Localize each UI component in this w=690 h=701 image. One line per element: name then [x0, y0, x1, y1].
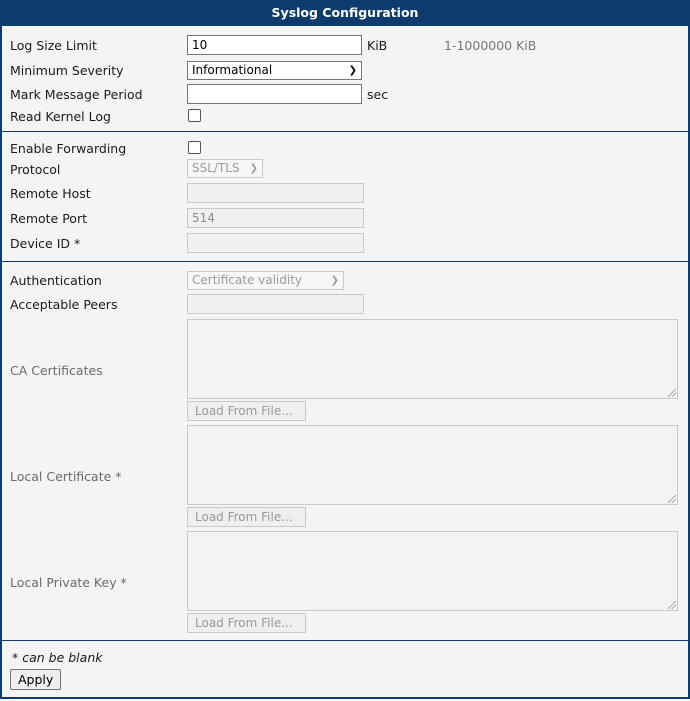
- blank-note: * can be blank: [12, 650, 103, 665]
- mark-period-unit: sec: [367, 87, 389, 102]
- local-cert-textarea[interactable]: [187, 425, 678, 505]
- local-cert-label: Local Certificate *: [10, 469, 122, 484]
- chevron-down-icon: ❯: [330, 275, 339, 286]
- kernel-log-label: Read Kernel Log: [10, 109, 111, 124]
- protocol-select[interactable]: SSL/TLS ❯: [187, 159, 263, 178]
- device-id-label: Device ID *: [10, 236, 81, 251]
- device-id-input[interactable]: [187, 233, 364, 253]
- mark-period-input[interactable]: [187, 84, 362, 104]
- private-key-textarea[interactable]: [187, 531, 678, 611]
- section-divider: [2, 131, 688, 132]
- syslog-config-panel: Syslog Configuration Log Size Limit 10 K…: [0, 0, 690, 699]
- resize-grip-icon[interactable]: [668, 495, 676, 503]
- forwarding-label: Enable Forwarding: [10, 141, 127, 156]
- forwarding-checkbox[interactable]: [188, 141, 201, 154]
- authentication-select[interactable]: Certificate validity ❯: [187, 271, 344, 290]
- section-divider: [2, 261, 688, 262]
- min-severity-select[interactable]: Informational ❯: [187, 61, 362, 80]
- local-cert-load-button[interactable]: Load From File...: [187, 507, 306, 527]
- section-divider: [2, 640, 688, 641]
- peers-label: Acceptable Peers: [10, 297, 118, 312]
- log-size-range: 1-1000000 KiB: [444, 38, 537, 53]
- protocol-label: Protocol: [10, 162, 61, 177]
- apply-button[interactable]: Apply: [10, 669, 62, 690]
- ca-certs-textarea[interactable]: [187, 319, 678, 399]
- min-severity-label: Minimum Severity: [10, 63, 124, 78]
- kernel-log-checkbox[interactable]: [188, 109, 201, 122]
- authentication-value: Certificate validity: [192, 273, 303, 287]
- log-size-label: Log Size Limit: [10, 38, 97, 53]
- chevron-down-icon: ❯: [249, 163, 258, 174]
- remote-host-label: Remote Host: [10, 186, 91, 201]
- chevron-down-icon: ❯: [348, 65, 357, 76]
- resize-grip-icon[interactable]: [668, 389, 676, 397]
- min-severity-value: Informational: [192, 63, 273, 77]
- log-size-input[interactable]: 10: [187, 35, 362, 55]
- remote-host-input[interactable]: [187, 183, 364, 203]
- mark-period-label: Mark Message Period: [10, 87, 143, 102]
- authentication-label: Authentication: [10, 273, 102, 288]
- private-key-load-button[interactable]: Load From File...: [187, 613, 306, 633]
- ca-certs-label: CA Certificates: [10, 363, 103, 378]
- protocol-value: SSL/TLS: [192, 161, 240, 175]
- ca-certs-load-button[interactable]: Load From File...: [187, 401, 306, 421]
- log-size-unit: KiB: [367, 38, 388, 53]
- resize-grip-icon[interactable]: [668, 601, 676, 609]
- panel-header: Syslog Configuration: [2, 0, 688, 26]
- remote-port-input[interactable]: 514: [187, 208, 364, 228]
- private-key-label: Local Private Key *: [10, 575, 127, 590]
- peers-input[interactable]: [187, 294, 364, 314]
- remote-port-label: Remote Port: [10, 211, 87, 226]
